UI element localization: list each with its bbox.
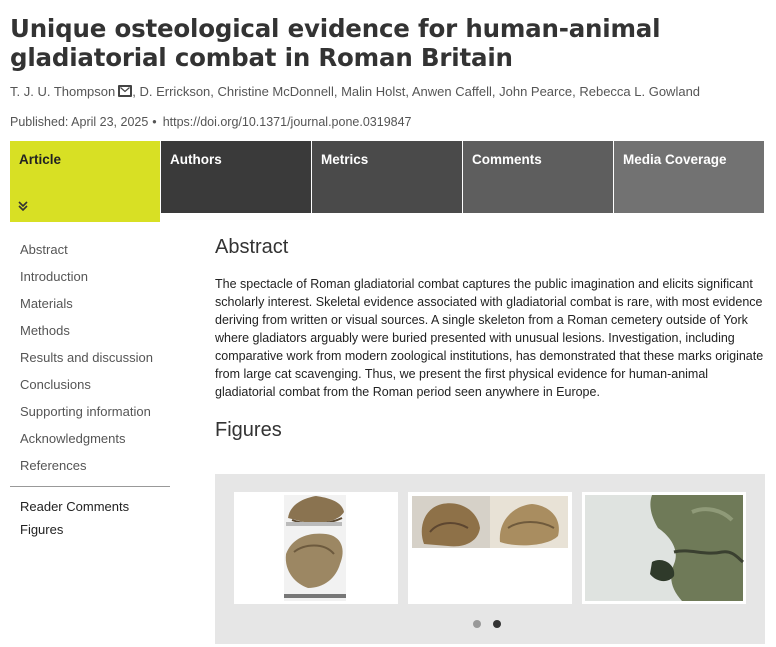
article-title: Unique osteological evidence for human-a… xyxy=(10,14,661,72)
tab-label: Media Coverage xyxy=(623,152,727,167)
author-link[interactable]: John Pearce xyxy=(499,84,572,99)
abstract-heading: Abstract xyxy=(215,236,289,258)
sidenav-methods[interactable]: Methods xyxy=(10,320,170,347)
carousel-dot-active[interactable] xyxy=(493,620,501,628)
abstract-text: The spectacle of Roman gladiatorial comb… xyxy=(215,277,764,399)
sidenav-introduction[interactable]: Introduction xyxy=(10,266,170,293)
sidenav-figures[interactable]: Figures xyxy=(10,520,170,543)
sidenav-conclusions[interactable]: Conclusions xyxy=(10,374,170,401)
doi-link[interactable]: https://doi.org/10.1371/journal.pone.031… xyxy=(163,115,412,129)
tab-comments[interactable]: Comments xyxy=(463,141,613,213)
tab-authors[interactable]: Authors xyxy=(161,141,311,213)
figures-heading: Figures xyxy=(215,419,282,441)
publication-line: Published: April 23, 2025 • https://doi.or… xyxy=(10,115,412,129)
author-link[interactable]: T. J. U. Thompson xyxy=(10,84,115,99)
tab-article[interactable]: Article xyxy=(10,141,160,222)
article-tabs: Article Authors Metrics Comments Media C… xyxy=(10,141,764,222)
figure-thumbnail[interactable] xyxy=(408,492,572,604)
article-sidenav: Abstract Introduction Materials Methods … xyxy=(10,239,170,543)
author-list: T. J. U. Thompson, D. Errickson, Christi… xyxy=(10,84,701,99)
carousel-dots xyxy=(473,615,513,633)
article-main: Abstract The spectacle of Roman gladiato… xyxy=(215,236,770,458)
figure-thumbnail[interactable] xyxy=(582,492,746,604)
separator-dot: • xyxy=(152,115,157,129)
figure-carousel xyxy=(215,474,765,644)
tab-media-coverage[interactable]: Media Coverage xyxy=(614,141,764,213)
tab-metrics[interactable]: Metrics xyxy=(312,141,462,213)
tab-label: Article xyxy=(19,152,62,167)
published-date: Published: April 23, 2025 xyxy=(10,115,149,129)
chevron-down-icon xyxy=(18,200,28,214)
author-link[interactable]: Rebecca L. Gowland xyxy=(579,84,700,99)
carousel-dot[interactable] xyxy=(473,620,481,628)
author-link[interactable]: Anwen Caffell xyxy=(412,84,492,99)
sidenav-supporting-info[interactable]: Supporting information xyxy=(10,401,170,428)
sidenav-abstract[interactable]: Abstract xyxy=(10,239,170,266)
sidenav-results[interactable]: Results and discussion xyxy=(10,347,170,374)
sidenav-acknowledgments[interactable]: Acknowledgments xyxy=(10,428,170,455)
sidenav-references[interactable]: References xyxy=(10,455,170,482)
email-icon[interactable] xyxy=(118,85,133,97)
author-link[interactable]: Christine McDonnell xyxy=(218,84,334,99)
sidenav-divider xyxy=(10,486,170,487)
figure-thumbnail[interactable] xyxy=(234,492,398,604)
sidenav-reader-comments[interactable]: Reader Comments xyxy=(10,497,170,520)
tab-label: Comments xyxy=(472,152,542,167)
tab-label: Metrics xyxy=(321,152,369,167)
author-link[interactable]: D. Errickson xyxy=(139,84,210,99)
sidenav-materials[interactable]: Materials xyxy=(10,293,170,320)
author-link[interactable]: Malin Holst xyxy=(341,84,405,99)
tab-label: Authors xyxy=(170,152,222,167)
